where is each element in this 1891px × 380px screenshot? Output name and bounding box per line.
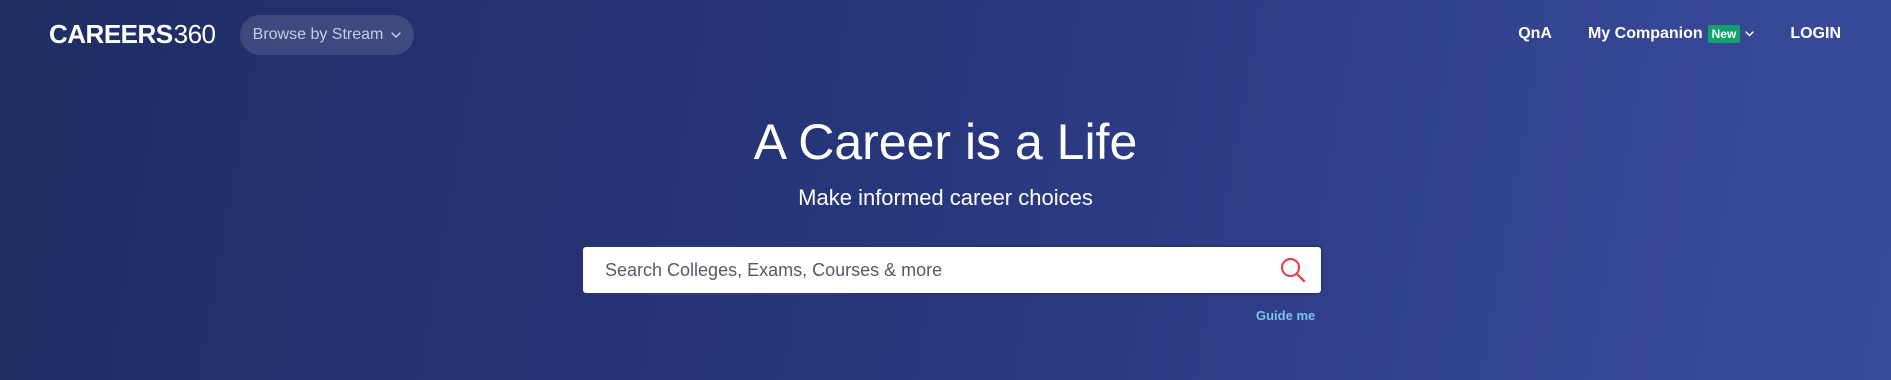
login-link[interactable]: LOGIN (1790, 25, 1841, 43)
browse-by-stream-button[interactable]: Browse by Stream (240, 15, 414, 55)
hero-title: A Career is a Life (753, 114, 1138, 170)
logo-wordmark: CAREERS (49, 19, 173, 49)
chevron-down-icon (391, 31, 402, 39)
search-bar (581, 245, 1323, 295)
my-companion-label: My Companion (1587, 25, 1703, 42)
careers360-logo[interactable]: CAREERS 360 (49, 18, 216, 50)
search-input[interactable] (583, 246, 1278, 294)
new-badge: New (1707, 25, 1741, 43)
search-icon[interactable] (1278, 255, 1308, 285)
guide-me-link[interactable]: Guide me (1256, 308, 1315, 323)
nav-qna-link[interactable]: QnA (1518, 25, 1552, 43)
hero-banner: CAREERS 360 Browse by Stream QnA My Compa… (0, 0, 1891, 380)
top-navigation: CAREERS 360 Browse by Stream QnA My Compa… (0, 0, 1891, 70)
chevron-down-icon (1745, 31, 1755, 37)
hero-subtitle: Make informed career choices (798, 185, 1093, 210)
nav-links: QnA My Companion New LOGIN (1518, 18, 1841, 50)
nav-my-companion[interactable]: My Companion New (1587, 25, 1755, 43)
logo-number: 360 (173, 19, 216, 49)
browse-by-stream-label: Browse by Stream (252, 26, 384, 43)
